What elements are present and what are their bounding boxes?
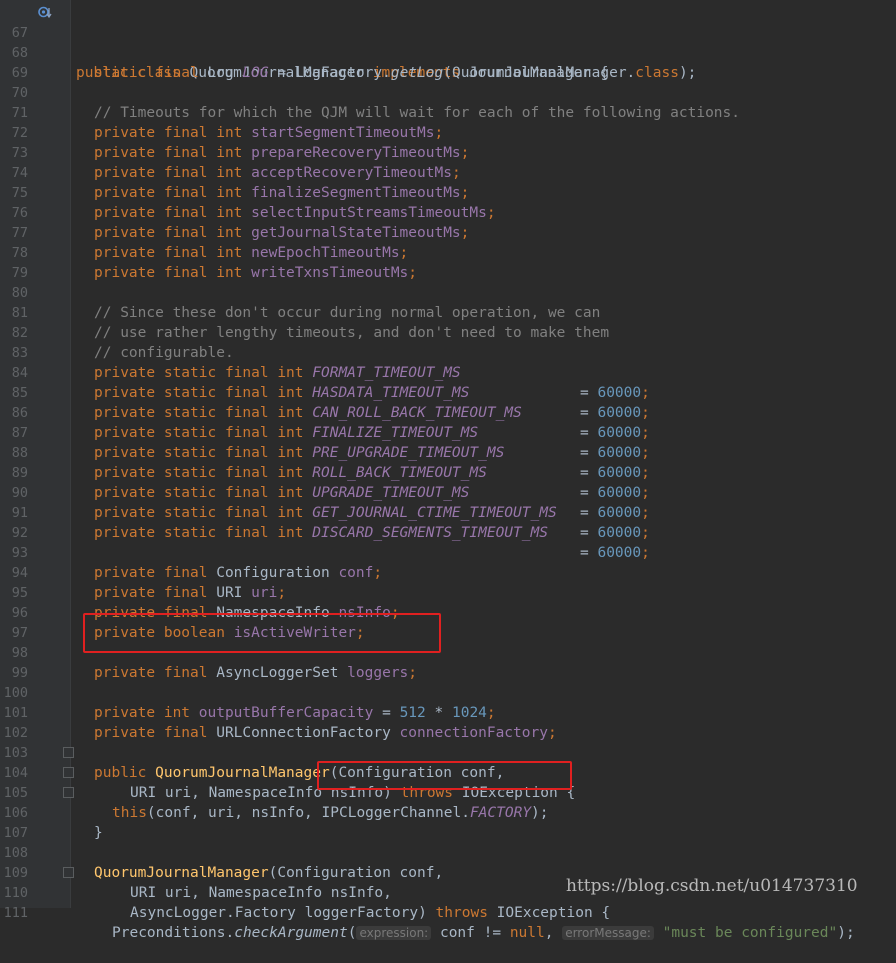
code-line: 80 // Since these don't occur during nor… <box>0 263 896 321</box>
code-line: 76 private final int getJournalStateTime… <box>0 183 896 241</box>
code-line: 79 <box>0 243 896 281</box>
code-line: 84 private static final int HASDATA_TIME… <box>0 343 896 421</box>
code-line: 70 // Timeouts for which the QJM will wa… <box>0 63 896 121</box>
code-line: 102 <box>0 703 896 741</box>
code-line: 91 private static final int DISCARD_SEGM… <box>0 483 896 561</box>
code-line: 107 <box>0 803 896 841</box>
code-line: 74 private final int finalizeSegmentTime… <box>0 143 896 201</box>
watermark: https://blog.csdn.net/u014737310 <box>566 876 858 896</box>
code-line: 109 URI uri, NamespaceInfo nsInfo, <box>0 843 896 901</box>
code-line: 71 private final int startSegmentTimeout… <box>0 83 896 141</box>
loggers-highlight-box <box>83 613 441 653</box>
factory-highlight-box <box>317 761 572 790</box>
parameter-hint: expression: <box>356 926 432 940</box>
line-number: 111 <box>3 905 28 921</box>
code-line: 108 QuorumJournalManager(Configuration c… <box>0 823 896 881</box>
code-line: 100 private int outputBufferCapacity = 5… <box>0 663 896 721</box>
code-line: 73 private final int acceptRecoveryTimeo… <box>0 123 896 181</box>
code-line: 92 <box>0 503 896 541</box>
code-line: 94 private final URI uri; <box>0 543 896 601</box>
code-line: 93 private final Configuration conf; <box>0 523 896 581</box>
implementation-marker-icon[interactable] <box>38 6 52 20</box>
code-line: 90 private static final int GET_JOURNAL_… <box>0 463 896 541</box>
constructor-params: AsyncLogger.Factory loggerFactory) throw… <box>130 905 611 921</box>
precondition-call: Preconditions.checkArgument(expression: … <box>112 925 855 941</box>
code-line: 77 private final int newEpochTimeoutMs; <box>0 203 896 261</box>
code-line: 103 public QuorumJournalManager(Configur… <box>0 723 896 781</box>
code-line: 82 // configurable. <box>0 303 896 361</box>
code-line: 81 // use rather lengthy timeouts, and d… <box>0 283 896 341</box>
code-line: 85 private static final int CAN_ROLL_BAC… <box>0 363 896 441</box>
code-line: 78 private final int writeTxnsTimeoutMs; <box>0 223 896 281</box>
code-line: 75 private final int selectInputStreamsT… <box>0 163 896 221</box>
fold-toggle-icon[interactable] <box>63 767 74 778</box>
code-line: 88 private static final int ROLL_BACK_TI… <box>0 423 896 501</box>
code-line: 86 private static final int FINALIZE_TIM… <box>0 383 896 461</box>
code-line: 72 private final int prepareRecoveryTime… <box>0 103 896 161</box>
code-line: 96 private boolean isActiveWriter; <box>0 583 896 641</box>
code-line: 69 <box>0 43 896 81</box>
parameter-hint: errorMessage: <box>562 926 654 940</box>
code-line: 104 URI uri, NamespaceInfo nsInfo) throw… <box>0 743 896 801</box>
code-line: 95 private final NamespaceInfo nsInfo; <box>0 563 896 621</box>
code-line: 83 private static final int FORMAT_TIMEO… <box>0 323 896 401</box>
fold-toggle-icon[interactable] <box>63 787 74 798</box>
code-line: 67 public class QuorumJournalManager imp… <box>0 3 896 81</box>
code-line: 87 private static final int PRE_UPGRADE_… <box>0 403 896 481</box>
fold-toggle-icon[interactable] <box>63 747 74 758</box>
code-line: 89 private static final int UPGRADE_TIME… <box>0 443 896 521</box>
code-line: 68 static final Log LOG = LogFactory.get… <box>0 23 896 81</box>
fold-toggle-icon[interactable] <box>63 867 74 878</box>
code-line: 101 private final URLConnectionFactory c… <box>0 683 896 741</box>
